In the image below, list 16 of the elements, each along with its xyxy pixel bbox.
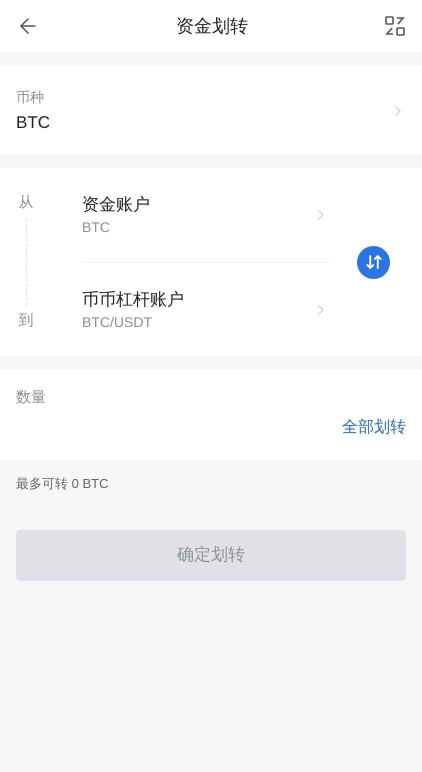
swap-button[interactable]: [357, 246, 390, 278]
account-name[interactable]: 资金账户: [82, 192, 150, 216]
account-name[interactable]: 币币杠杆账户: [82, 288, 184, 312]
amount-label: 数量: [16, 388, 46, 408]
swap-icon: [364, 253, 382, 271]
max-transfer-note: 最多可转 0 BTC: [16, 475, 108, 493]
to-label: 到: [18, 310, 34, 330]
page-title: 资金划转: [176, 14, 248, 38]
coin-value: BTC: [16, 112, 50, 134]
account-currency: BTC/USDT: [82, 312, 152, 332]
account-currency: BTC: [82, 218, 110, 236]
coin-card[interactable]: 币种 BTC: [0, 66, 422, 155]
transfer-all-link[interactable]: 全部划转: [342, 416, 406, 440]
from-label: 从: [18, 193, 34, 213]
record-icon[interactable]: [384, 15, 406, 37]
coin-label: 币种: [16, 88, 44, 106]
